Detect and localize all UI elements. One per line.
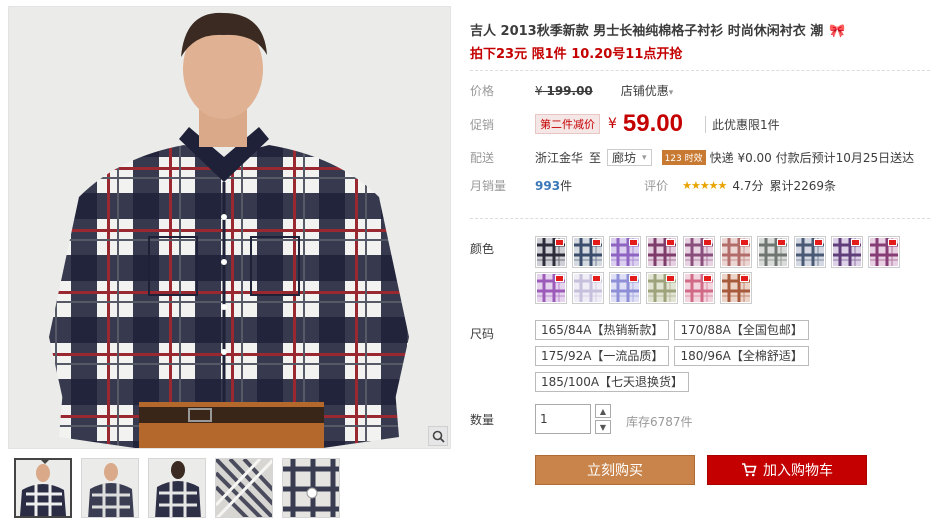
quantity-decrease-button[interactable]: ▼ (595, 420, 611, 434)
quantity-label: 数量 (470, 413, 495, 427)
zoom-button[interactable] (428, 426, 448, 446)
shipping-label: 配送 (470, 151, 495, 165)
stock-count: 库存6787件 (626, 415, 693, 429)
size-option[interactable]: 185/100A【七天退换货】 (535, 372, 690, 392)
currency-symbol: ¥ (608, 116, 617, 132)
thumbnail-2[interactable] (81, 458, 139, 518)
thumbnail-strip (14, 458, 340, 518)
star-rating-icon: ★★★★★ (682, 179, 727, 192)
chevron-down-icon: ▾ (642, 152, 647, 163)
review-count-link[interactable]: 累计2269条 (770, 177, 837, 194)
price-row: 价格 ¥ 199.00 店铺优惠▾ (470, 82, 673, 99)
magnifier-icon (432, 430, 445, 443)
size-option-list: 165/84A【热销新款】 170/88A【全国包邮】 175/92A【一流品质… (535, 320, 815, 392)
color-swatch[interactable] (720, 272, 752, 304)
sales-label: 月销量 (470, 179, 507, 193)
color-swatch[interactable] (683, 272, 715, 304)
quantity-input[interactable] (535, 404, 591, 434)
thumbnail-3[interactable] (148, 458, 206, 518)
price-label: 价格 (470, 84, 495, 98)
color-swatch-list (535, 236, 925, 304)
color-swatch[interactable] (535, 236, 567, 268)
promo-line: 拍下23元 限1件 10.20号11点开抢 (470, 47, 683, 62)
ship-to-word: 至 (589, 151, 602, 165)
thumbnail-5[interactable] (282, 458, 340, 518)
promotion-label: 促销 (470, 117, 495, 132)
color-swatch[interactable] (868, 236, 900, 268)
chevron-down-icon: ▾ (668, 88, 674, 98)
size-label: 尺码 (470, 327, 495, 341)
color-swatch[interactable] (646, 272, 678, 304)
color-swatch[interactable] (609, 272, 641, 304)
ship-from: 浙江金华 (535, 151, 584, 165)
color-swatch[interactable] (609, 236, 641, 268)
buy-now-button[interactable]: 立刻购买 (535, 455, 695, 485)
color-swatch[interactable] (572, 236, 604, 268)
product-title: 吉人 2013秋季新款 男士长袖纯棉格子衬衫 时尚休闲衬衣 潮 🎀 (470, 24, 846, 39)
color-swatch[interactable] (831, 236, 863, 268)
shipping-row: 配送 浙江金华 至 廊坊 ▾ 123 时效 快递 ¥0.00 付款后预计10月25… (470, 149, 914, 166)
discount-tag: 第二件减价 (535, 114, 600, 134)
add-to-cart-button[interactable]: 加入购物车 (707, 455, 867, 485)
thumbnail-4[interactable] (215, 458, 273, 518)
size-option[interactable]: 165/84A【热销新款】 (535, 320, 670, 340)
destination-select[interactable]: 廊坊 ▾ (607, 149, 652, 166)
color-swatch[interactable] (683, 236, 715, 268)
delivery-time-badge: 123 时效 (661, 150, 706, 165)
color-swatch[interactable] (646, 236, 678, 268)
size-option[interactable]: 175/92A【一流品质】 (535, 346, 670, 366)
rating-label: 评价 (644, 179, 669, 193)
size-option[interactable]: 170/88A【全国包邮】 (674, 320, 809, 340)
rating-score: 4.7分 (732, 179, 764, 193)
sales-count: 993 (535, 178, 561, 193)
shipping-info: 快递 ¥0.00 付款后预计10月25日送达 (709, 151, 915, 165)
sales-row: 月销量 993 件 评价 ★★★★★ 4.7分 累计2269条 (470, 177, 836, 194)
divider (470, 70, 930, 71)
shop-discount-dropdown[interactable]: 店铺优惠▾ (621, 82, 674, 99)
color-swatch[interactable] (535, 272, 567, 304)
promo-price: 59.00 (622, 110, 683, 137)
original-price: ¥ 199.00 (535, 83, 593, 98)
quantity-increase-button[interactable]: ▲ (595, 404, 611, 418)
color-swatch[interactable] (572, 272, 604, 304)
color-swatch[interactable] (794, 236, 826, 268)
color-label: 颜色 (470, 242, 495, 256)
color-swatch[interactable] (720, 236, 752, 268)
main-product-image[interactable] (8, 6, 451, 449)
color-swatch[interactable] (757, 236, 789, 268)
thumbnail-1[interactable] (14, 458, 72, 518)
divider (470, 218, 930, 219)
sales-unit: 件 (560, 179, 573, 193)
cart-icon (742, 463, 757, 477)
size-option[interactable]: 180/96A【全棉舒适】 (674, 346, 809, 366)
add-to-cart-label: 加入购物车 (763, 463, 833, 479)
promo-limit: 此优惠限1件 (704, 115, 780, 133)
promotion-row: 促销 第二件减价 ¥ 59.00 此优惠限1件 (470, 110, 780, 138)
ribbon-icon: 🎀 (829, 24, 846, 39)
